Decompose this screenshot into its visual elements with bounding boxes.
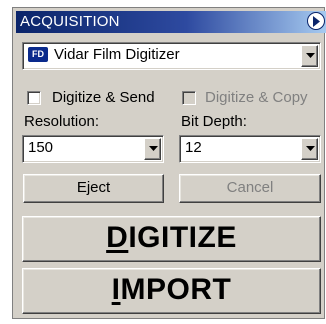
bit-depth-dropdown-button[interactable] bbox=[301, 138, 318, 160]
digitize-send-checkbox[interactable] bbox=[27, 91, 41, 105]
digitize-button[interactable]: DIGITIZE bbox=[22, 216, 321, 262]
resolution-dropdown-button[interactable] bbox=[144, 138, 161, 160]
device-select-value: Vidar Film Digitizer bbox=[54, 46, 180, 63]
digitize-mnemonic: D bbox=[106, 221, 129, 254]
panel-title: ACQUISITION bbox=[20, 13, 120, 30]
cancel-button[interactable]: Cancel bbox=[179, 174, 321, 203]
device-select[interactable]: FD Vidar Film Digitizer bbox=[22, 42, 321, 70]
import-button-label: MPORT bbox=[120, 273, 232, 306]
resolution-label: Resolution: bbox=[24, 113, 100, 130]
digitize-button-label: IGITIZE bbox=[128, 221, 237, 254]
fd-device-icon: FD bbox=[28, 47, 48, 62]
chevron-down-icon bbox=[306, 146, 315, 151]
acquisition-panel: ACQUISITION FD Vidar Film Digitizer Digi… bbox=[12, 7, 326, 319]
chevron-down-icon bbox=[306, 53, 315, 58]
import-mnemonic: I bbox=[111, 273, 121, 306]
panel-titlebar: ACQUISITION bbox=[16, 11, 326, 33]
chevron-down-icon bbox=[149, 146, 158, 151]
import-button[interactable]: IMPORT bbox=[22, 268, 321, 314]
digitize-copy-label: Digitize & Copy bbox=[205, 89, 308, 106]
device-dropdown-button[interactable] bbox=[301, 45, 318, 67]
bit-depth-value: 12 bbox=[185, 139, 202, 156]
resolution-value: 150 bbox=[28, 139, 54, 156]
bit-depth-select[interactable]: 12 bbox=[179, 135, 321, 163]
resolution-select[interactable]: 150 bbox=[22, 135, 164, 163]
eject-button[interactable]: Eject bbox=[23, 174, 164, 203]
digitize-send-label: Digitize & Send bbox=[52, 89, 155, 106]
bit-depth-label: Bit Depth: bbox=[181, 113, 247, 130]
digitize-copy-checkbox[interactable] bbox=[182, 91, 196, 105]
collapse-arrow-icon[interactable] bbox=[307, 12, 325, 30]
